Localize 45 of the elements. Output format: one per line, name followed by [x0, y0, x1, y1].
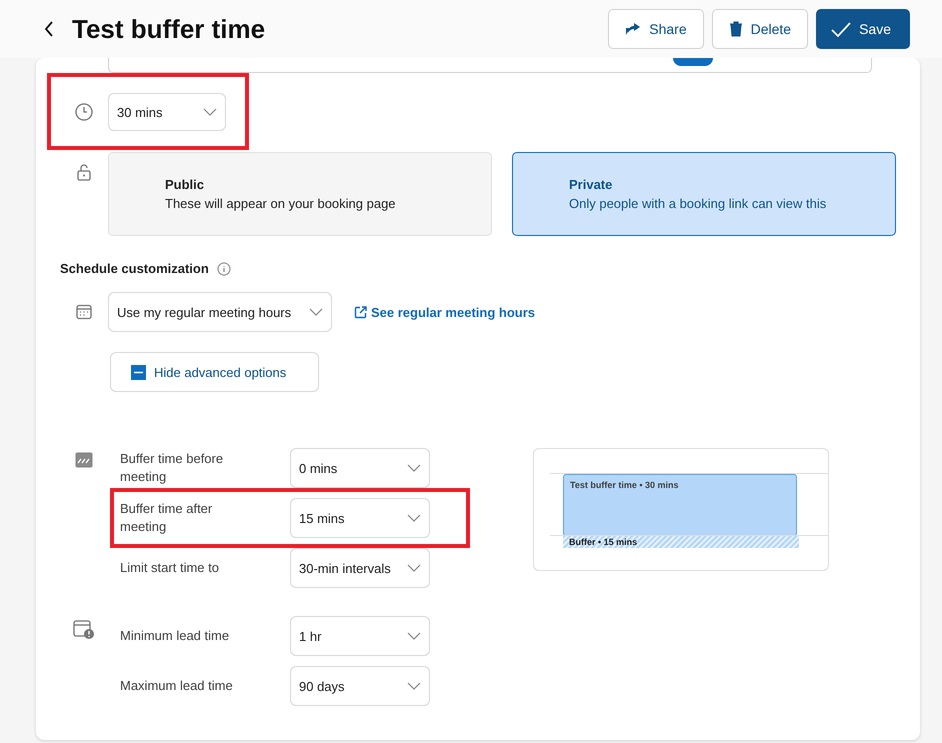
setting-dropdown[interactable]: 0 mins	[290, 448, 430, 488]
page-title: Test buffer time	[72, 14, 266, 44]
setting-dropdown[interactable]: 1 hr	[290, 616, 430, 656]
option-description: These will appear on your booking page	[165, 196, 397, 211]
checkmark-icon	[831, 22, 852, 36]
chevron-down-icon	[407, 464, 421, 472]
chevron-down-icon	[407, 564, 421, 572]
hide-advanced-button[interactable]: Hide advanced options	[110, 352, 319, 392]
meeting-hours-dropdown[interactable]: Use my regular meeting hours	[108, 292, 332, 332]
chevron-down-icon	[407, 514, 421, 522]
duration-dropdown[interactable]: 30 mins	[108, 93, 226, 131]
visibility-option[interactable]: Private Only people with a booking link can view this	[512, 152, 896, 236]
minus-square-icon	[131, 364, 146, 380]
chevron-down-icon	[407, 632, 421, 640]
option-description: Only people with a booking link can view this	[569, 196, 828, 211]
save-button[interactable]: Save	[816, 9, 910, 49]
meeting-block: Test buffer time • 30 mins	[563, 474, 797, 536]
calendar-icon	[76, 304, 92, 320]
visibility-option[interactable]: Public These will appear on your booking page	[108, 152, 492, 236]
external-link-icon	[354, 306, 367, 318]
calendar-alert-icon	[73, 620, 95, 640]
section-heading: Schedule customization	[60, 261, 209, 276]
setting-label: Minimum lead time	[120, 627, 230, 645]
unlocked-padlock-icon	[77, 164, 91, 181]
share-button[interactable]: Share	[608, 9, 704, 49]
chevron-down-icon	[203, 108, 217, 116]
setting-label: Maximum lead time	[120, 677, 234, 695]
setting-label: Limit start time to	[120, 559, 220, 577]
trash-icon	[728, 21, 743, 37]
chevron-down-icon	[407, 682, 421, 690]
setting-dropdown[interactable]: 15 mins	[290, 498, 430, 538]
clock-icon	[75, 103, 93, 121]
setting-dropdown[interactable]: 30-min intervals	[290, 548, 430, 588]
option-title: Public	[165, 177, 206, 192]
striped-calendar-icon	[75, 452, 93, 468]
setting-label: Buffer time after meeting	[120, 500, 214, 536]
setting-dropdown[interactable]: 90 days	[290, 666, 430, 706]
setting-label: Buffer time before meeting	[120, 450, 224, 486]
info-icon[interactable]	[216, 262, 231, 276]
chevron-down-icon	[309, 308, 323, 316]
delete-button[interactable]: Delete	[712, 9, 808, 49]
buffer-block: Buffer • 15 mins	[563, 536, 799, 548]
option-title: Private	[569, 177, 614, 192]
share-icon	[625, 22, 642, 36]
regular-hours-link[interactable]: See regular meeting hours	[354, 304, 535, 320]
